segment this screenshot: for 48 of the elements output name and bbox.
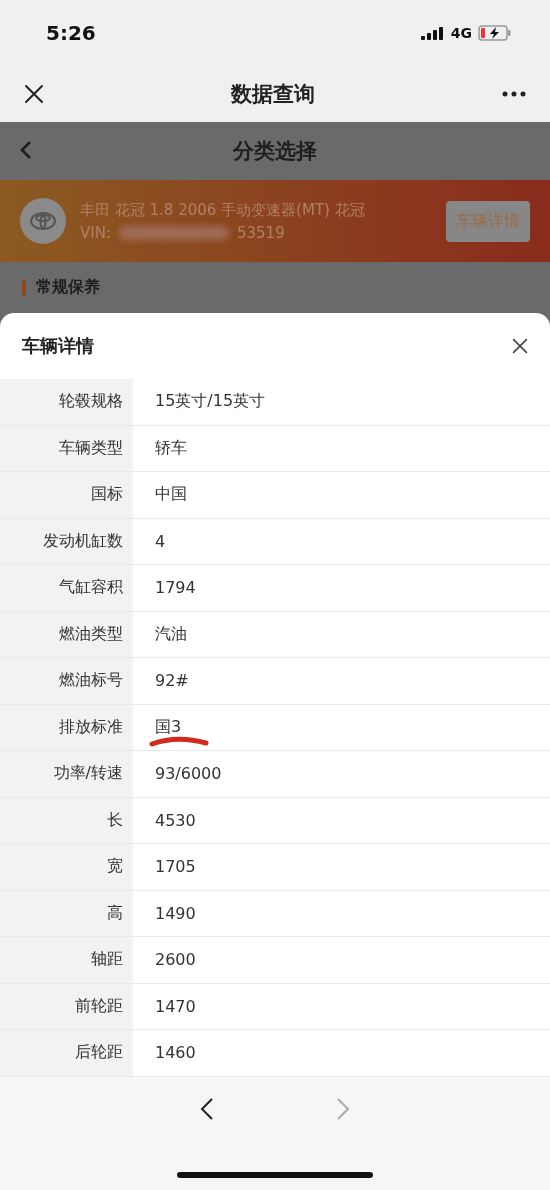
section-marker — [22, 279, 26, 296]
nav-title: 数据查询 — [231, 80, 315, 108]
value-cell-text: 1794 — [154, 577, 197, 600]
status-time: 5:26 — [46, 20, 96, 45]
network-label: 4G — [450, 24, 472, 41]
value-cell-text: 92# — [154, 670, 190, 693]
label-cell: 燃油标号 — [0, 658, 133, 704]
label-cell: 国标 — [0, 472, 133, 518]
underline-mark — [149, 734, 209, 747]
close-icon[interactable] — [512, 338, 528, 354]
battery-icon — [478, 24, 512, 41]
value-cell-text: 1705 — [154, 856, 197, 879]
value-cell-text: 4 — [154, 530, 167, 553]
value-cell-text: 1460 — [154, 1042, 197, 1065]
value-cell-text: 2600 — [154, 949, 197, 972]
label-cell: 气缸容积 — [0, 565, 133, 611]
value-cell-text: 中国 — [154, 483, 188, 506]
vin-label: VIN: — [80, 223, 111, 242]
label-cell: 高 — [0, 890, 133, 936]
label-cell: 排放标准 — [0, 704, 133, 750]
value-cell-text: 汽油 — [154, 622, 188, 645]
value-cell-text: 15英寸/15英寸 — [154, 390, 267, 413]
label-cell: 功率/转速 — [0, 751, 133, 797]
value-cell: 国3 — [133, 704, 550, 750]
label-cell: 轴距 — [0, 937, 133, 983]
value-cell-text: 轿车 — [154, 436, 188, 459]
signal-icon — [420, 25, 445, 40]
value-cell-text: 1470 — [154, 995, 197, 1018]
label-cell: 长 — [0, 797, 133, 843]
label-cell: 燃油类型 — [0, 611, 133, 657]
label-cell: 轮毂规格 — [0, 379, 133, 425]
sheet-title: 车辆详情 — [22, 334, 94, 358]
page-title: 分类选择 — [233, 138, 317, 165]
value-cell-text: 1490 — [154, 902, 197, 925]
vehicle-details-button[interactable]: 车辆详情 — [446, 200, 530, 242]
label-cell: 宽 — [0, 844, 133, 890]
value-cell-text: 4530 — [154, 809, 197, 832]
label-cell: 车辆类型 — [0, 425, 133, 471]
vehicle-name: 丰田 花冠 1.8 2006 手动变速器(MT) 花冠 — [80, 200, 366, 220]
label-cell: 前轮距 — [0, 983, 133, 1029]
vin-number: 53519 — [236, 223, 285, 242]
close-icon[interactable] — [24, 83, 44, 104]
more-icon[interactable] — [502, 90, 526, 97]
section-title: 常规保养 — [36, 277, 100, 298]
value-cell-text: 93/6000 — [154, 763, 223, 786]
brand-logo-icon — [20, 198, 66, 244]
label-cell: 后轮距 — [0, 1030, 133, 1076]
label-cell: 发动机缸数 — [0, 518, 133, 564]
